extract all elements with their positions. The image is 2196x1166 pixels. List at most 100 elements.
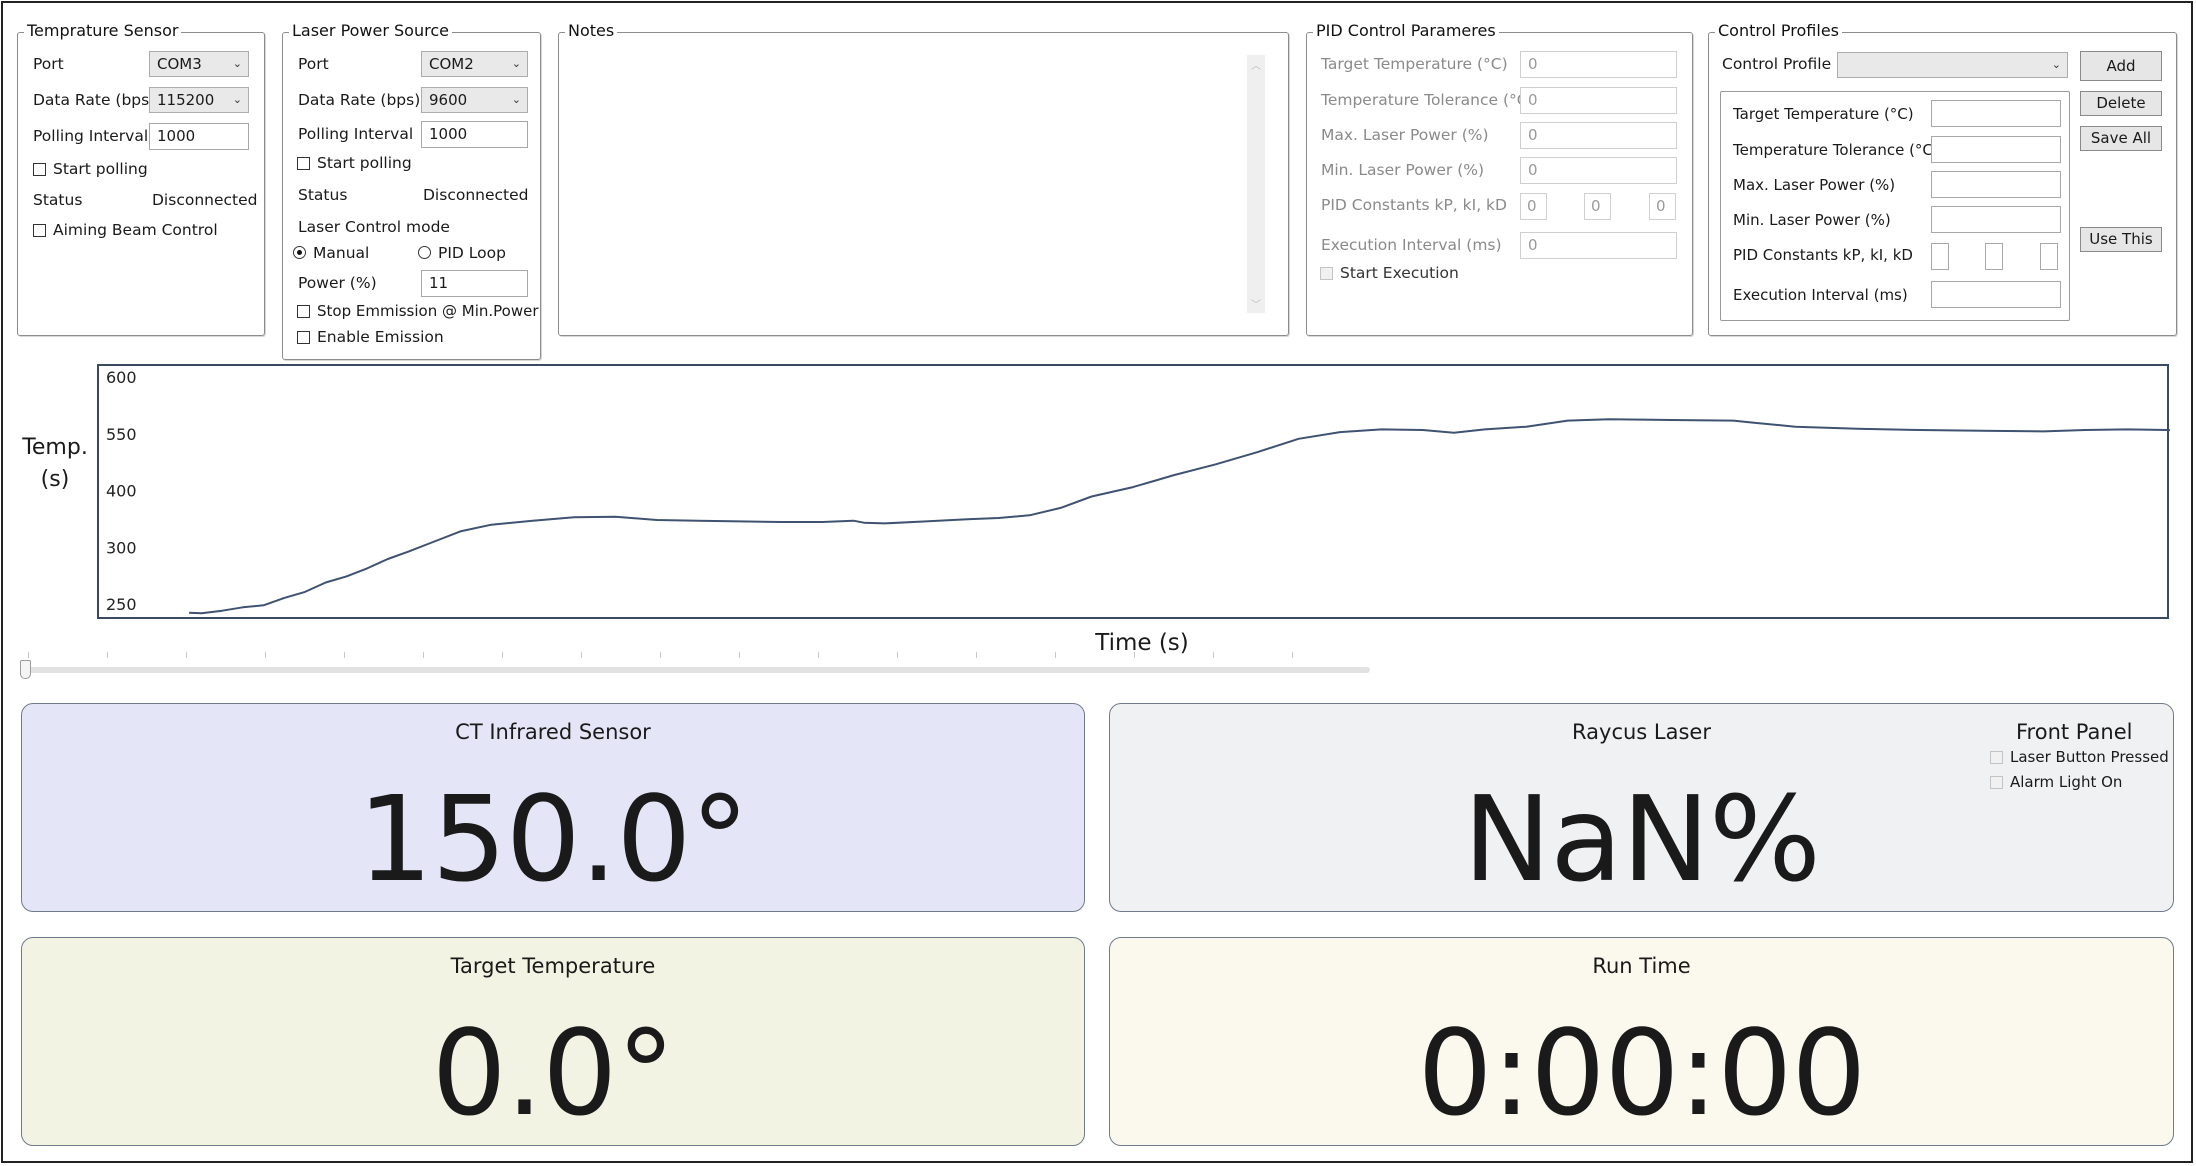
notes-group: Notes ︿ ﹀	[558, 21, 1289, 336]
slider-track	[22, 667, 1370, 673]
group-title: Temprature Sensor	[24, 21, 182, 41]
control-profile-select[interactable]: ⌄	[1837, 52, 2068, 78]
aiming-beam-checkbox[interactable]	[33, 224, 46, 237]
temperature-chart: 600 550 400 300 250	[97, 364, 2170, 619]
group-title: Laser Power Source	[289, 21, 452, 41]
start-polling-checkbox[interactable]	[33, 163, 46, 176]
profile-min-power-label: Min. Laser Power (%)	[1733, 211, 1891, 229]
profile-exec-interval-label: Execution Interval (ms)	[1733, 286, 1908, 304]
polling-interval-input[interactable]: 1000	[149, 123, 249, 150]
profile-tolerance-input[interactable]	[1931, 136, 2061, 163]
temp-tolerance-input[interactable]: 0	[1520, 87, 1677, 114]
data-rate-select[interactable]: 115200 ⌄	[149, 87, 249, 113]
manual-radio[interactable]	[293, 246, 306, 259]
laser-control-mode-label: Laser Control mode	[298, 218, 450, 236]
chevron-down-icon: ⌄	[232, 93, 242, 106]
scroll-down-icon[interactable]: ﹀	[1251, 296, 1261, 311]
front-panel-title: Front Panel	[2016, 720, 2133, 744]
card-title: Target Temperature	[450, 954, 656, 978]
polling-interval-label: Polling Interval	[33, 127, 149, 145]
min-power-input[interactable]: 0	[1520, 157, 1677, 184]
status-label: Status	[33, 191, 83, 209]
card-title: Run Time	[1592, 954, 1691, 978]
polling-interval-input[interactable]: 1000	[421, 121, 528, 148]
power-label: Power (%)	[298, 274, 377, 292]
profile-min-power-input[interactable]	[1931, 206, 2061, 233]
chevron-down-icon: ⌄	[511, 57, 521, 70]
laser-power-source-group: Laser Power Source Port COM2 ⌄ Data Rate …	[282, 21, 541, 360]
card-title: CT Infrared Sensor	[455, 720, 651, 744]
notes-textarea[interactable]	[569, 53, 1261, 315]
enable-emission-label: Enable Emission	[317, 328, 444, 346]
target-temp-input[interactable]: 0	[1520, 51, 1677, 78]
stop-emission-checkbox[interactable]	[297, 305, 310, 318]
max-power-input[interactable]: 0	[1520, 122, 1677, 149]
start-execution-checkbox[interactable]	[1320, 267, 1333, 280]
enable-emission-checkbox[interactable]	[297, 331, 310, 344]
profile-exec-interval-input[interactable]	[1931, 281, 2061, 308]
aiming-beam-label: Aiming Beam Control	[53, 221, 218, 239]
port-label: Port	[298, 55, 329, 73]
run-time-card: Run Time 0:00:00	[1109, 937, 2174, 1146]
start-polling-label: Start polling	[53, 160, 148, 178]
laser-button-label: Laser Button Pressed	[2010, 748, 2169, 766]
y-tick-label: 300	[106, 538, 137, 557]
use-this-button[interactable]: Use This	[2080, 227, 2162, 252]
kd-input[interactable]: 0	[1649, 193, 1676, 220]
exec-interval-input[interactable]: 0	[1520, 232, 1677, 259]
pid-constants-label: PID Constants kP, kI, kD	[1321, 196, 1507, 214]
group-title: Notes	[565, 21, 618, 41]
profile-max-power-input[interactable]	[1931, 171, 2061, 198]
notes-scrollbar[interactable]: ︿ ﹀	[1247, 55, 1265, 313]
port-select[interactable]: COM2 ⌄	[421, 51, 528, 77]
laser-button-checkbox[interactable]	[1990, 751, 2003, 764]
max-power-label: Max. Laser Power (%)	[1321, 126, 1489, 144]
add-button[interactable]: Add	[2080, 51, 2162, 81]
slider-ticks	[28, 652, 1348, 658]
save-all-button[interactable]: Save All	[2080, 126, 2162, 151]
profile-target-temp-input[interactable]	[1931, 100, 2061, 127]
polling-interval-label: Polling Interval	[298, 125, 414, 143]
card-title: Raycus Laser	[1572, 720, 1711, 744]
delete-button[interactable]: Delete	[2080, 91, 2162, 116]
raycus-laser-card: Raycus Laser NaN% Front Panel Laser Butt…	[1109, 703, 2174, 912]
y-tick-label: 250	[106, 595, 137, 614]
power-input[interactable]: 11	[421, 270, 528, 297]
port-value: COM2	[429, 55, 474, 73]
data-rate-select[interactable]: 9600 ⌄	[421, 87, 528, 113]
port-label: Port	[33, 55, 64, 73]
profile-details-panel: Target Temperature (°C) Temperature Tole…	[1720, 91, 2070, 321]
stop-emission-label: Stop Emmission @ Min.Power	[317, 302, 539, 320]
scroll-up-icon[interactable]: ︿	[1251, 57, 1261, 72]
slider-thumb[interactable]	[20, 660, 31, 679]
start-polling-label: Start polling	[317, 154, 412, 172]
plot-area	[97, 364, 2169, 619]
temp-tolerance-label: Temperature Tolerance (°C)	[1321, 91, 1534, 109]
pid-loop-label: PID Loop	[438, 244, 506, 262]
kp-input[interactable]: 0	[1520, 193, 1547, 220]
ct-temperature-value: 150.0°	[357, 770, 750, 908]
y-tick-label: 400	[106, 482, 137, 501]
exec-interval-label: Execution Interval (ms)	[1321, 236, 1502, 254]
group-title: PID Control Parameres	[1313, 21, 1499, 41]
y-tick-label: 550	[106, 425, 137, 444]
y-tick-label: 600	[106, 368, 137, 387]
chevron-down-icon: ⌄	[511, 93, 521, 106]
alarm-light-checkbox[interactable]	[1990, 776, 2003, 789]
target-temperature-value: 0.0°	[431, 1004, 676, 1142]
profile-ki-input[interactable]	[1985, 243, 2003, 270]
profile-kd-input[interactable]	[2040, 243, 2058, 270]
pid-loop-radio[interactable]	[418, 246, 431, 259]
ki-input[interactable]: 0	[1584, 193, 1611, 220]
chart-y-label-line1: Temp.	[22, 435, 88, 460]
start-polling-checkbox[interactable]	[297, 157, 310, 170]
chevron-down-icon: ⌄	[2051, 58, 2061, 71]
status-value: Disconnected	[423, 186, 529, 204]
time-slider[interactable]	[20, 650, 1372, 680]
data-rate-value: 9600	[429, 91, 468, 109]
manual-label: Manual	[313, 244, 370, 262]
port-select[interactable]: COM3 ⌄	[149, 51, 249, 77]
profile-kp-input[interactable]	[1931, 243, 1949, 270]
chevron-down-icon: ⌄	[232, 57, 242, 70]
status-value: Disconnected	[152, 191, 258, 209]
